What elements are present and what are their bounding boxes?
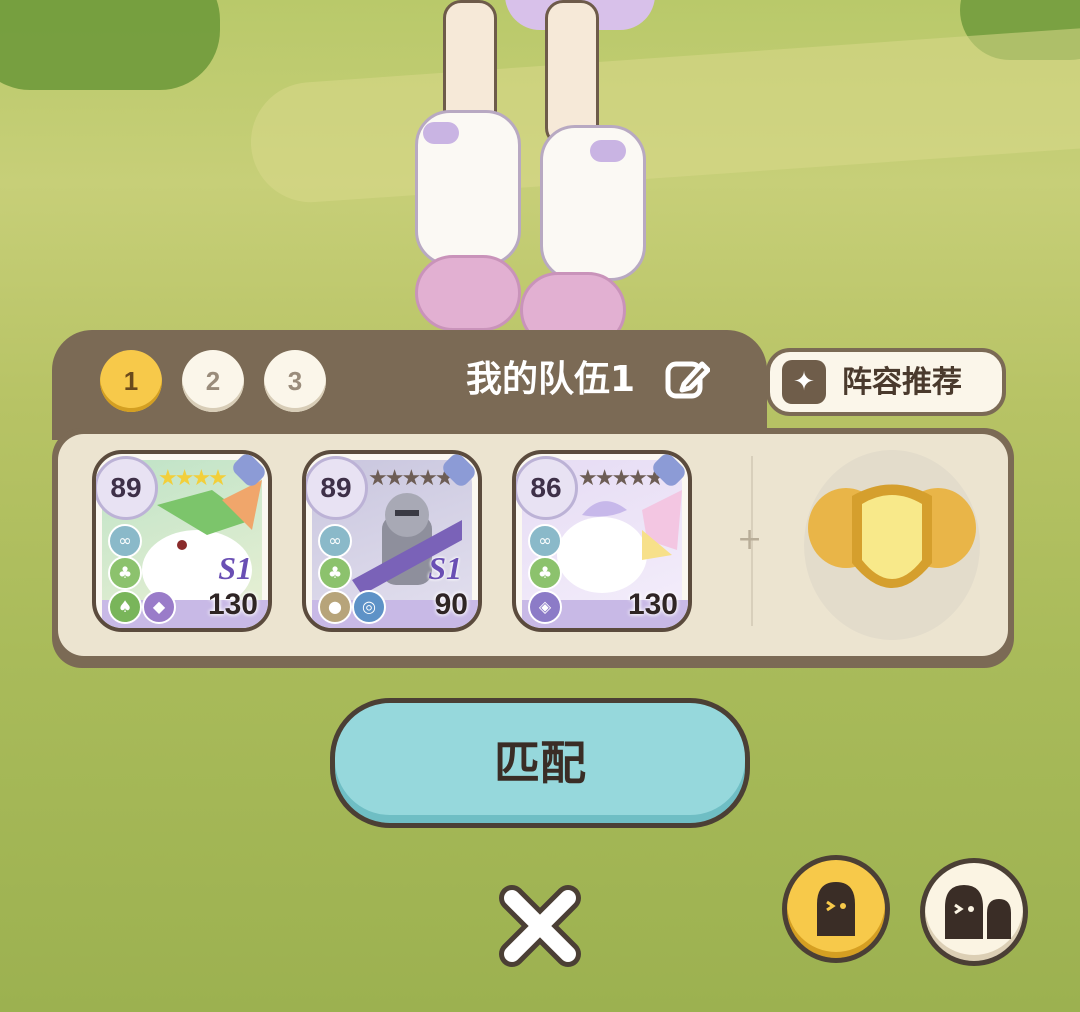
team-tab-2[interactable]: 2 <box>182 350 244 412</box>
pet-card-1[interactable]: 89 ★★★★ ∞ ♣ ♠ ◆ S1 130 <box>92 450 272 632</box>
normal-type-icon: ● <box>318 590 352 624</box>
sprout-icon: ♣ <box>528 556 562 590</box>
season-badge: S1 <box>428 550 462 586</box>
single-player-icon <box>817 882 855 936</box>
link-icon: ∞ <box>318 524 352 558</box>
two-players-icon <box>945 885 1011 939</box>
sprout-icon: ♣ <box>108 556 142 590</box>
fairy-type-icon: ◆ <box>142 590 176 624</box>
pet-power: 90 <box>434 588 468 621</box>
star-rating: ★★★★ <box>158 466 228 491</box>
sprout-icon: ♣ <box>318 556 352 590</box>
steel-type-icon: ◎ <box>352 590 386 624</box>
match-button[interactable]: 匹配 <box>330 698 750 828</box>
light-type-icon: ◈ <box>528 590 562 624</box>
pet-power: 130 <box>627 588 678 621</box>
star-rating: ★★★★★ <box>578 466 665 491</box>
background-bush <box>0 0 220 90</box>
pet-level: 86 <box>516 456 578 520</box>
pet-level: 89 <box>96 456 158 520</box>
edit-icon[interactable] <box>662 356 710 404</box>
sparkle-thumbs-up-icon: ✦ <box>782 360 826 404</box>
team-tab-1[interactable]: 1 <box>100 350 162 412</box>
lineup-recommend-label: 阵容推荐 <box>842 365 962 400</box>
star-rating: ★★★★★ <box>368 466 455 491</box>
match-label: 匹配 <box>494 736 586 790</box>
duo-mode-button[interactable] <box>920 858 1028 966</box>
pet-card-2[interactable]: 89 ★★★★★ ∞ ♣ ● ◎ S1 90 <box>302 450 482 632</box>
shield-badge-icon <box>808 484 976 588</box>
lineup-recommend-button[interactable]: ✦ 阵容推荐 <box>766 348 1006 416</box>
pet-card-3[interactable]: 86 ★★★★★ ∞ ♣ ◈ 130 <box>512 450 692 632</box>
link-icon: ∞ <box>108 524 142 558</box>
pet-level: 89 <box>306 456 368 520</box>
link-icon: ∞ <box>528 524 562 558</box>
solo-mode-button[interactable] <box>782 855 890 963</box>
team-tab-3[interactable]: 3 <box>264 350 326 412</box>
pet-power: 130 <box>207 588 258 621</box>
player-character <box>395 0 675 348</box>
team-name: 我的队伍1 <box>466 359 636 400</box>
season-badge: S1 <box>218 550 252 586</box>
close-icon[interactable] <box>494 880 586 972</box>
grass-type-icon: ♠ <box>108 590 142 624</box>
plus-icon: + <box>737 522 763 557</box>
